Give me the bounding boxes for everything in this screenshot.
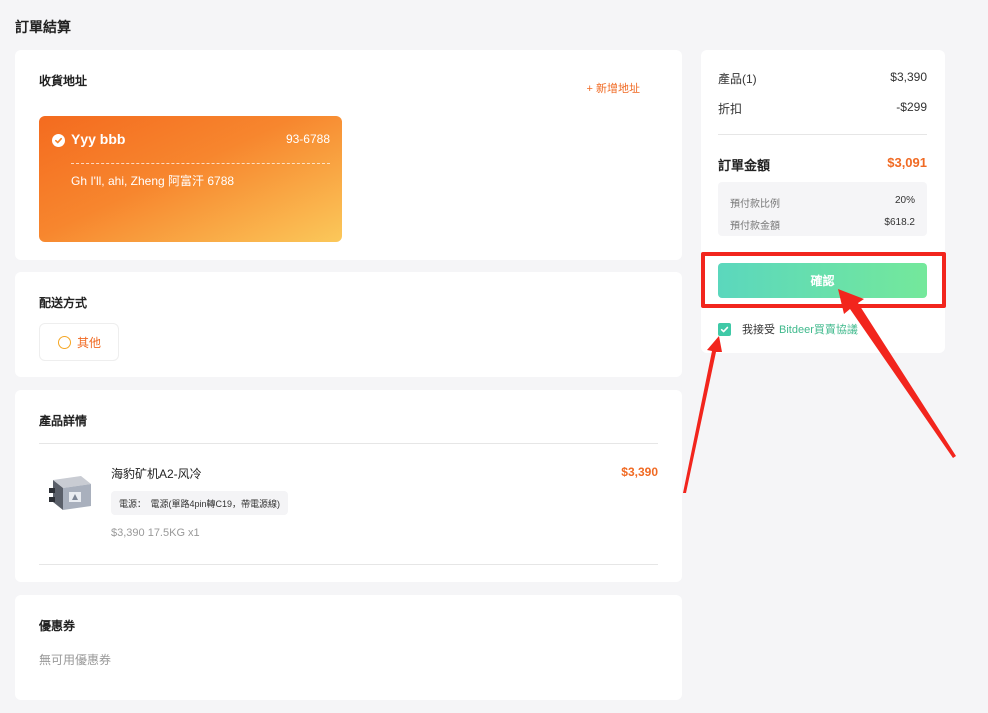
- miner-product-image: [49, 476, 91, 510]
- total-row: 訂單金額 $3,091: [718, 155, 927, 174]
- prepay-ratio-value: 20%: [894, 195, 915, 206]
- product-name: 海豹矿机A2-风冷: [111, 467, 202, 481]
- radio-icon: [58, 335, 71, 349]
- total-value: $3,091: [887, 155, 927, 170]
- products-value: $3,390: [890, 70, 927, 84]
- checkmark-icon: [720, 326, 729, 332]
- address-line: Gh I'll, ahi, Zheng 阿富汗 6788: [71, 174, 235, 188]
- total-label: 訂單金額: [718, 158, 771, 173]
- shipping-section-title: 配送方式: [39, 296, 88, 310]
- shipping-section: 配送方式 其他: [15, 272, 682, 377]
- page-title: 訂單結算: [15, 19, 71, 35]
- prepay-ratio-row: 預付款比例 20%: [730, 195, 915, 210]
- divider: [39, 564, 658, 565]
- address-section: 收貨地址 + 新增地址 Yyy bbb 93-6788 Gh I'll, ahi…: [15, 50, 682, 260]
- address-phone: 93-6788: [285, 132, 330, 146]
- confirm-button[interactable]: 確認: [718, 263, 927, 298]
- agreement-link[interactable]: Bitdeer買賣協議: [779, 321, 858, 337]
- address-section-title: 收貨地址: [39, 74, 88, 88]
- product-meta: $3,390 17.5KG x1: [111, 527, 200, 539]
- prepay-amount-row: 預付款金額 $618.2: [730, 217, 915, 232]
- check-icon: [52, 134, 65, 147]
- address-name: Yyy bbb: [71, 131, 126, 147]
- selected-address-card[interactable]: Yyy bbb 93-6788 Gh I'll, ahi, Zheng 阿富汗 …: [39, 116, 342, 242]
- prepay-ratio-label: 預付款比例: [730, 199, 780, 210]
- add-address-link[interactable]: + 新增地址: [587, 80, 640, 96]
- product-section-title: 產品詳情: [39, 414, 88, 428]
- agreement-row: 我接受 Bitdeer買賣協議: [718, 321, 858, 337]
- shipping-option-other[interactable]: 其他: [39, 323, 119, 361]
- annotation-arrow-to-checkbox: [683, 336, 722, 493]
- prepay-amount-label: 預付款金額: [730, 221, 780, 232]
- product-spec-tag: 電源： 電源(單路4pin轉C19，帶電源線): [111, 491, 289, 515]
- divider: [39, 443, 658, 444]
- coupon-empty-text: 無可用優惠券: [39, 653, 112, 667]
- agreement-checkbox[interactable]: [718, 322, 731, 336]
- discount-row: 折扣 -$299: [718, 100, 927, 117]
- shipping-option-label: 其他: [77, 335, 102, 350]
- product-price: $3,390: [621, 465, 658, 479]
- product-section: 產品詳情 海豹矿机A2-风冷 $3,390 電源： 電源(單路4pin轉C19，…: [15, 390, 682, 582]
- prepay-amount-value: $618.2: [884, 217, 915, 228]
- agreement-text: 我接受: [742, 324, 775, 336]
- coupon-section-title: 優惠券: [39, 619, 76, 633]
- order-summary: 產品(1) $3,390 折扣 -$299 訂單金額 $3,091 預付款比例 …: [701, 50, 945, 353]
- coupon-section: 優惠券 無可用優惠券: [15, 595, 682, 700]
- address-divider: [71, 163, 330, 164]
- divider: [718, 134, 927, 135]
- discount-label: 折扣: [718, 102, 743, 116]
- products-row: 產品(1) $3,390: [718, 70, 927, 87]
- prepay-box: 預付款比例 20% 預付款金額 $618.2: [718, 182, 927, 236]
- products-label: 產品(1): [718, 72, 757, 86]
- discount-value: -$299: [896, 100, 927, 114]
